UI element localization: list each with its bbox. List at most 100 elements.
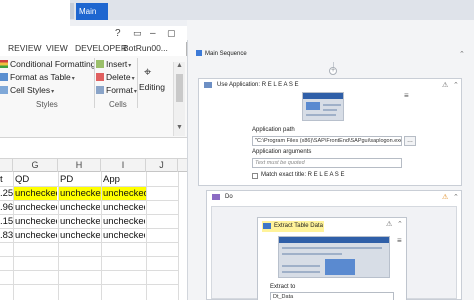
- scroll-thumb[interactable]: [176, 74, 183, 102]
- table-cell-highlighted[interactable]: unchecked: [14, 187, 57, 200]
- column-header-f[interactable]: [0, 159, 13, 172]
- table-cell[interactable]: unchecked: [103, 229, 145, 242]
- cell-styles-label: Cell Styles: [10, 85, 51, 95]
- format-label: Format: [106, 85, 133, 95]
- help-icon[interactable]: ?: [115, 28, 121, 39]
- extract-table-data-card[interactable]: Extract Table Data ⚠ ⌃ ≡ Extract to Dt_D…: [257, 217, 407, 300]
- cell-styles-button[interactable]: Cell Styles▾: [0, 85, 54, 95]
- do-block[interactable]: Do ⚠ ⌃ Extract Table Data ⚠ ⌃ ≡ Extract …: [206, 190, 462, 300]
- insert-button[interactable]: Insert▾: [96, 59, 131, 69]
- extract-screenshot-thumbnail[interactable]: [278, 236, 390, 278]
- tab-developer[interactable]: DEVELOPER: [75, 43, 127, 53]
- tab-botrun[interactable]: BotRun00...: [123, 43, 168, 53]
- table-cell[interactable]: unchecked: [103, 215, 145, 228]
- collapse-extract-icon[interactable]: ⌃: [397, 220, 403, 228]
- main-sequence-title: Main Sequence: [205, 51, 247, 57]
- warning-icon[interactable]: ⚠: [442, 193, 448, 201]
- tab-view[interactable]: VIEW: [46, 43, 68, 53]
- scroll-up-icon[interactable]: ▲: [176, 62, 183, 69]
- scroll-down-icon[interactable]: ▼: [176, 124, 183, 131]
- column-header-h[interactable]: H: [58, 159, 101, 172]
- column-header-i[interactable]: I: [101, 159, 146, 172]
- application-screenshot-thumbnail[interactable]: [302, 92, 344, 121]
- extract-title: Extract Table Data: [274, 223, 323, 229]
- group-separator: [137, 58, 138, 108]
- table-cell[interactable]: unchecked: [15, 215, 57, 228]
- format-button[interactable]: Format▾: [96, 85, 137, 95]
- screen: Main Main Sequence ⌃ + Use Application: …: [0, 0, 474, 300]
- thumb-row: [282, 265, 320, 267]
- conditional-formatting-button[interactable]: Conditional Formatting▾: [0, 59, 100, 69]
- table-cell[interactable]: PD: [60, 173, 100, 186]
- collapse-card-icon[interactable]: ⌃: [453, 81, 459, 89]
- do-icon: [212, 194, 220, 200]
- thumb-row: [323, 104, 341, 106]
- excel-window[interactable]: ? ▭ – ▢ REVIEW VIEW DEVELOPER BotRun00..…: [0, 26, 187, 300]
- delete-button[interactable]: Delete▾: [96, 72, 135, 82]
- match-title-checkbox[interactable]: [252, 173, 258, 179]
- tab-main[interactable]: Main: [76, 3, 108, 20]
- binoculars-icon[interactable]: ⌖: [144, 64, 151, 80]
- extract-options-icon[interactable]: ≡: [397, 237, 402, 245]
- add-activity-icon[interactable]: +: [329, 67, 337, 75]
- grid-line: [0, 284, 178, 285]
- table-cell[interactable]: .25: [0, 187, 13, 200]
- table-cell[interactable]: QD: [15, 173, 57, 186]
- cell-styles-icon: [0, 86, 8, 94]
- do-header: Do: [207, 191, 461, 203]
- extract-warning-icon[interactable]: ⚠: [386, 220, 392, 228]
- app-args-field[interactable]: Text must be quoted: [252, 158, 402, 168]
- column-header-row: G H I J: [0, 158, 187, 172]
- grid-line: [0, 270, 178, 271]
- table-cell[interactable]: unchecked: [60, 215, 100, 228]
- editing-button[interactable]: Editing: [139, 82, 165, 92]
- table-cell[interactable]: .15: [0, 215, 13, 228]
- browse-button[interactable]: …: [404, 136, 416, 146]
- table-cell[interactable]: unchecked: [60, 229, 100, 242]
- application-icon: [204, 82, 212, 88]
- collapse-icon[interactable]: ⌃: [459, 50, 469, 58]
- table-cell[interactable]: unchecked: [15, 201, 57, 214]
- warning-icon[interactable]: ⚠: [442, 81, 448, 89]
- thumb-row: [323, 109, 337, 111]
- format-as-table-label: Format as Table: [10, 72, 71, 82]
- table-cell-highlighted[interactable]: unchecked: [102, 187, 146, 200]
- column-header-j[interactable]: J: [146, 159, 178, 172]
- table-cell[interactable]: t: [0, 173, 13, 186]
- worksheet-grid[interactable]: G H I J t QD PD App .25 unchecked unchec…: [0, 138, 187, 300]
- insert-icon: [96, 60, 104, 68]
- ribbon-tabs: REVIEW VIEW DEVELOPER BotRun00...: [0, 42, 187, 56]
- app-path-field[interactable]: "C:\Program Files (x86)\SAP\FrontEnd\SAP…: [252, 136, 402, 146]
- table-cell[interactable]: unchecked: [15, 229, 57, 242]
- use-application-card[interactable]: Use Application: R E L E A S E ⚠ ⌃ ≡ App…: [198, 78, 462, 186]
- format-as-table-button[interactable]: Format as Table▾: [0, 72, 75, 82]
- ribbon-scrollbar[interactable]: ▲ ▼: [173, 62, 185, 136]
- table-cell[interactable]: .83: [0, 229, 13, 242]
- table-cell[interactable]: .96: [0, 201, 13, 214]
- conditional-formatting-label: Conditional Formatting: [10, 59, 96, 69]
- extract-header: Extract Table Data: [258, 218, 406, 234]
- thumb-table: [325, 259, 355, 275]
- table-cell[interactable]: App: [103, 173, 145, 186]
- ribbon-display-icon[interactable]: ▭: [133, 28, 142, 39]
- extract-to-field[interactable]: Dt_Data: [270, 292, 394, 300]
- tab-review[interactable]: REVIEW: [8, 43, 42, 53]
- cells-group-label: Cells: [109, 100, 127, 109]
- insert-label: Insert: [106, 59, 128, 69]
- use-application-header: Use Application: R E L E A S E: [199, 79, 461, 91]
- options-menu-icon[interactable]: ≡: [404, 92, 409, 100]
- table-cell-highlighted[interactable]: unchecked: [59, 187, 101, 200]
- collapse-do-icon[interactable]: ⌃: [453, 193, 459, 201]
- do-title: Do: [225, 194, 233, 200]
- grid-line: [0, 256, 178, 257]
- column-header-g[interactable]: G: [13, 159, 58, 172]
- main-sequence-header[interactable]: Main Sequence: [196, 48, 474, 61]
- grid-line: [0, 242, 178, 243]
- thumb-row: [306, 114, 336, 116]
- minimize-icon[interactable]: –: [150, 28, 156, 39]
- grid-line: [178, 172, 179, 300]
- extract-to-label: Extract to: [270, 284, 296, 290]
- table-cell[interactable]: unchecked: [103, 201, 145, 214]
- maximize-icon[interactable]: ▢: [167, 28, 176, 39]
- table-cell[interactable]: unchecked: [60, 201, 100, 214]
